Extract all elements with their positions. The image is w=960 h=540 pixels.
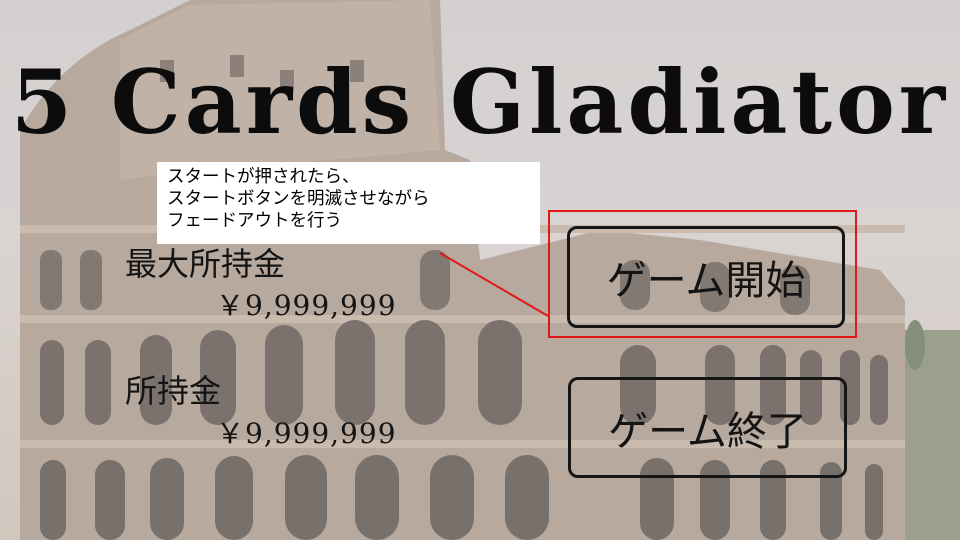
annotation-line-2: スタートボタンを明滅させながら (167, 189, 430, 209)
design-annotation-note: スタートが押されたら、 スタートボタンを明滅させながら フェードアウトを行う (157, 162, 540, 244)
game-title: 5 Cards Gladiator (10, 50, 950, 154)
money-value: ￥9,999,999 (216, 417, 397, 450)
annotation-line-3: フェードアウトを行う (167, 211, 342, 231)
quit-game-button[interactable]: ゲーム終了 (568, 377, 847, 478)
money-label: 所持金 (125, 372, 222, 410)
annotation-line-1: スタートが押されたら、 (167, 167, 360, 187)
max-money-label: 最大所持金 (125, 245, 286, 283)
max-money-value: ￥9,999,999 (216, 289, 397, 322)
start-game-button[interactable]: ゲーム開始 (567, 226, 845, 328)
